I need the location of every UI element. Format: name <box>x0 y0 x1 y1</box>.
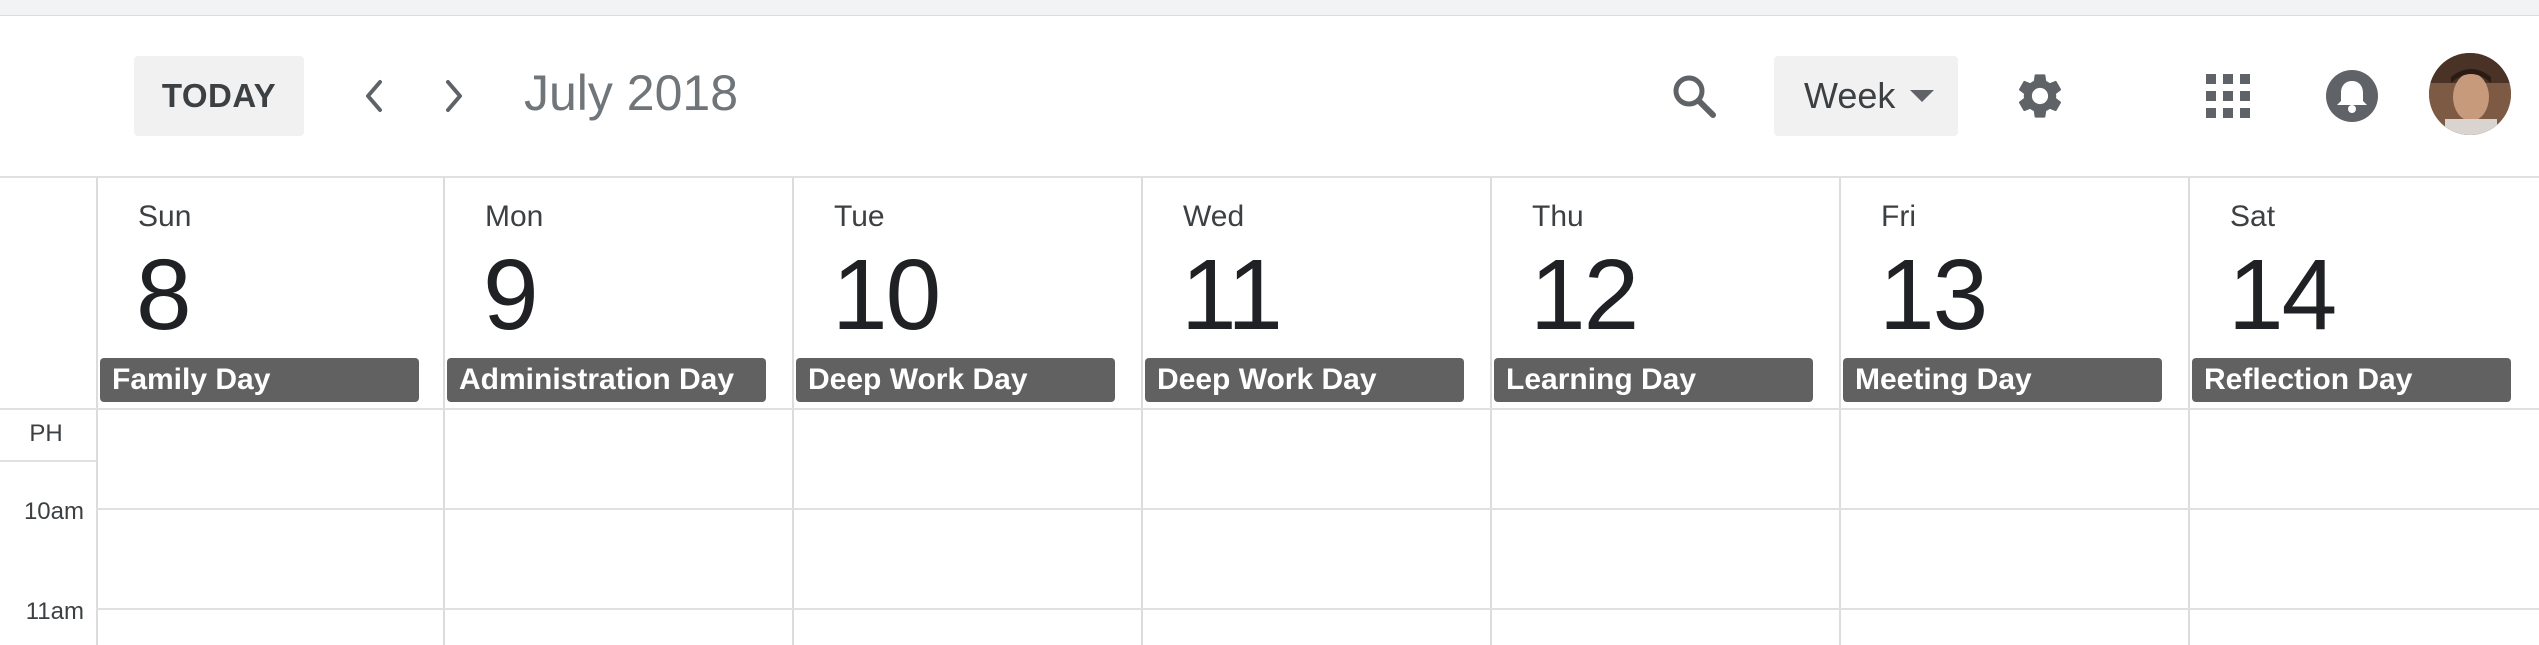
day-number[interactable]: 9 <box>483 238 539 353</box>
day-name: Thu <box>1532 200 1584 233</box>
day-header: Sun 8 Family Day <box>98 178 443 408</box>
apps-grid-icon <box>2206 74 2250 118</box>
day-column: Sun 8 Family Day <box>98 178 445 645</box>
avatar-photo <box>2429 53 2511 135</box>
gutter-divider <box>0 408 96 410</box>
day-number[interactable]: 10 <box>832 238 941 353</box>
notifications-button[interactable] <box>2320 64 2384 128</box>
time-label: 10am <box>23 498 84 525</box>
day-name: Fri <box>1881 200 1916 233</box>
day-header: Fri 13 Meeting Day <box>1841 178 2188 408</box>
day-header: Wed 11 Deep Work Day <box>1143 178 1490 408</box>
day-column: Mon 9 Administration Day <box>445 178 794 645</box>
today-button[interactable]: TODAY <box>134 56 304 136</box>
day-column: Sat 14 Reflection Day <box>2190 178 2537 645</box>
allday-event[interactable]: Reflection Day <box>2192 358 2511 402</box>
allday-event[interactable]: Learning Day <box>1494 358 1813 402</box>
allday-event[interactable]: Deep Work Day <box>796 358 1115 402</box>
gutter-divider <box>0 460 96 462</box>
calendar-toolbar: TODAY July 2018 Week <box>0 16 2539 178</box>
settings-button[interactable] <box>2008 64 2072 128</box>
search-icon <box>1673 75 1716 118</box>
gear-icon <box>2018 74 2062 118</box>
hour-gridline <box>96 608 2539 610</box>
browser-top-strip <box>0 0 2539 16</box>
allday-event[interactable]: Family Day <box>100 358 419 402</box>
week-grid: PH 10am 11am Sun 8 Family Day Mon 9 Admi… <box>0 178 2539 645</box>
chevron-right-icon <box>446 80 462 112</box>
day-column: Thu 12 Learning Day <box>1492 178 1841 645</box>
day-name: Wed <box>1183 200 1245 233</box>
view-select[interactable]: Week <box>1774 56 1958 136</box>
previous-week-button[interactable] <box>349 71 399 121</box>
chevron-left-icon <box>366 80 382 112</box>
day-number[interactable]: 12 <box>1530 238 1639 353</box>
day-number[interactable]: 13 <box>1879 238 1988 353</box>
day-column: Wed 11 Deep Work Day <box>1143 178 1492 645</box>
apps-button[interactable] <box>2198 66 2258 126</box>
day-name: Tue <box>834 200 885 233</box>
day-name: Sun <box>138 200 192 233</box>
day-number[interactable]: 14 <box>2228 238 2337 353</box>
bell-icon <box>2326 70 2378 122</box>
time-gutter: PH 10am 11am <box>0 178 98 645</box>
search-button[interactable] <box>1664 66 1724 126</box>
day-header: Thu 12 Learning Day <box>1492 178 1839 408</box>
allday-event[interactable]: Meeting Day <box>1843 358 2162 402</box>
day-header: Tue 10 Deep Work Day <box>794 178 1141 408</box>
user-avatar[interactable] <box>2429 53 2511 135</box>
day-number[interactable]: 11 <box>1181 238 1283 353</box>
month-title: July 2018 <box>524 65 739 121</box>
view-select-label: Week <box>1804 75 1896 116</box>
day-header: Sat 14 Reflection Day <box>2190 178 2537 408</box>
day-header: Mon 9 Administration Day <box>445 178 792 408</box>
caret-down-icon <box>1910 90 1934 102</box>
allday-divider <box>96 408 2539 410</box>
day-column: Fri 13 Meeting Day <box>1841 178 2190 645</box>
next-week-button[interactable] <box>429 71 479 121</box>
day-number[interactable]: 8 <box>136 238 192 353</box>
hour-gridline <box>96 508 2539 510</box>
day-column: Tue 10 Deep Work Day <box>794 178 1143 645</box>
time-label: 11am <box>25 598 84 625</box>
day-name: Sat <box>2230 200 2276 233</box>
allday-event[interactable]: Administration Day <box>447 358 766 402</box>
allday-event[interactable]: Deep Work Day <box>1145 358 1464 402</box>
timezone-label: PH <box>29 420 63 447</box>
day-name: Mon <box>485 200 544 233</box>
